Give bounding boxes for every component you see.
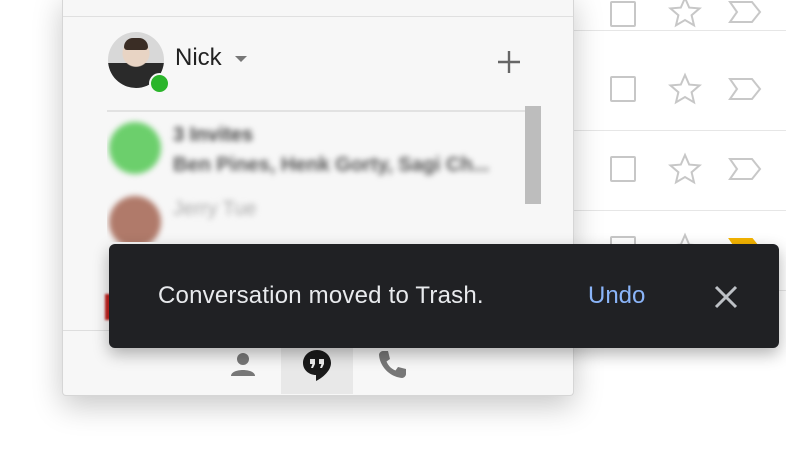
conversation-item[interactable]: Jerry Tue xyxy=(107,186,521,242)
hangouts-quote-icon xyxy=(303,350,331,381)
conversation-participants: Ben Pines, Henk Gorty, Sagi Ch... xyxy=(173,154,490,176)
mail-row[interactable] xyxy=(572,130,786,211)
importance-marker-icon[interactable] xyxy=(728,77,762,101)
conversation-title: 3 Invites xyxy=(173,124,254,146)
importance-marker-icon[interactable] xyxy=(728,0,762,24)
scrollbar[interactable] xyxy=(525,106,541,204)
online-status-dot xyxy=(149,73,170,94)
mail-row[interactable] xyxy=(572,0,786,31)
avatar xyxy=(109,122,161,174)
importance-marker-icon[interactable] xyxy=(728,157,762,181)
snackbar: Conversation moved to Trash. Undo xyxy=(109,244,779,348)
star-icon[interactable] xyxy=(668,72,702,106)
row-checkbox[interactable] xyxy=(610,1,636,27)
chevron-down-icon[interactable] xyxy=(235,56,247,62)
person-icon xyxy=(231,353,255,376)
conversation-list: 3 Invites Ben Pines, Henk Gorty, Sagi Ch… xyxy=(107,112,521,242)
row-checkbox[interactable] xyxy=(610,76,636,102)
divider xyxy=(63,16,573,17)
user-name[interactable]: Nick xyxy=(175,44,222,72)
star-icon[interactable] xyxy=(668,0,702,29)
snackbar-message: Conversation moved to Trash. xyxy=(158,282,484,309)
avatar xyxy=(109,196,161,242)
row-checkbox[interactable] xyxy=(610,156,636,182)
conversation-title: Jerry Tue xyxy=(173,198,257,220)
undo-button[interactable]: Undo xyxy=(588,282,645,310)
close-icon[interactable] xyxy=(709,280,743,314)
plus-icon[interactable] xyxy=(493,46,525,78)
phone-icon xyxy=(379,351,406,378)
star-icon[interactable] xyxy=(668,152,702,186)
mail-row[interactable] xyxy=(572,50,786,131)
conversation-item[interactable]: 3 Invites Ben Pines, Henk Gorty, Sagi Ch… xyxy=(107,112,521,186)
